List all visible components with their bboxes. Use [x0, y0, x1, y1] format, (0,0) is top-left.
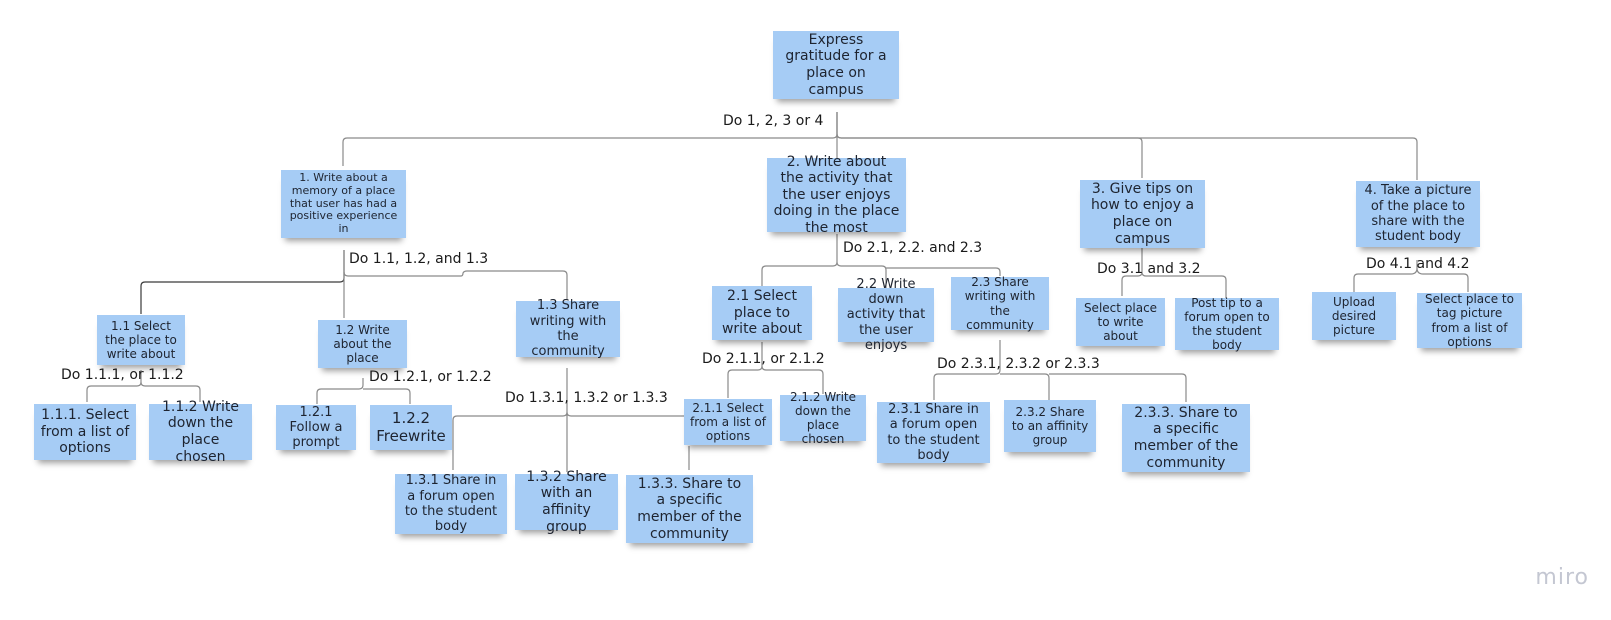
branch-label-1.2: Do 1.2.1, or 1.2.2	[369, 369, 492, 385]
goal-3-text: 3. Give tips on how to enjoy a place on …	[1090, 180, 1195, 247]
subgoal-2.3-text: 2.3 Share writing with the community	[964, 275, 1036, 332]
subgoal-4.1-text: Upload desired picture	[1331, 294, 1377, 338]
subgoal-2.1-note[interactable]: 2.1 Select place to write about	[712, 286, 812, 340]
subgoal-1.2-text: 1.2 Write about the place	[333, 322, 392, 366]
goal-1-text: 1. Write about a memory of a place that …	[289, 170, 398, 236]
goal-2-text: 2. Write about the activity that the use…	[773, 153, 900, 236]
subgoal-4.2-note[interactable]: Select place to tag picture from a list …	[1417, 292, 1522, 349]
task-1.2.1-text: 1.2.1 Follow a prompt	[289, 404, 343, 451]
task-1.3.3-note[interactable]: 1.3.3. Share to a specific member of the…	[626, 475, 753, 543]
branch-label-1.3: Do 1.3.1, 1.3.2 or 1.3.3	[505, 390, 668, 406]
task-1.2.1-note[interactable]: 1.2.1 Follow a prompt	[276, 405, 356, 450]
miro-board-canvas[interactable]: Express gratitude for a place on campus …	[0, 0, 1611, 620]
subgoal-1.2-note[interactable]: 1.2 Write about the place	[318, 320, 407, 368]
subgoal-2.3-note[interactable]: 2.3 Share writing with the community	[951, 275, 1049, 332]
task-1.3.1-text: 1.3.1 Share in a forum open to the stude…	[404, 473, 498, 535]
task-1.1.2-note[interactable]: 1.1.2 Write down the place chosen	[149, 399, 252, 465]
subgoal-4.1-note[interactable]: Upload desired picture	[1312, 292, 1396, 340]
goal-4-text: 4. Take a picture of the place to share …	[1364, 183, 1472, 245]
goal-3-note[interactable]: 3. Give tips on how to enjoy a place on …	[1080, 180, 1205, 248]
task-2.3.2-text: 2.3.2 Share to an affinity group	[1011, 404, 1089, 448]
connector-root-goal4	[836, 133, 1418, 180]
goal-2-note[interactable]: 2. Write about the activity that the use…	[767, 154, 906, 236]
branch-label-root: Do 1, 2, 3 or 4	[723, 113, 824, 129]
task-1.3.3-text: 1.3.3. Share to a specific member of the…	[637, 475, 742, 542]
subgoal-2.2-text: 2.2 Write down activity that the user en…	[846, 276, 926, 353]
branch-label-goal-3: Do 3.1 and 3.2	[1097, 261, 1201, 277]
branch-label-goal-1: Do 1.1, 1.2, and 1.3	[349, 251, 489, 267]
subgoal-1.3-text: 1.3 Share writing with the community	[529, 298, 607, 360]
subgoal-2.1-text: 2.1 Select place to write about	[721, 288, 803, 338]
branch-label-goal-4: Do 4.1 and 4.2	[1366, 256, 1470, 272]
connector-goal1-1.1	[140, 250, 345, 314]
branch-label-goal-2: Do 2.1, 2.2. and 2.3	[843, 240, 983, 256]
task-2.3.3-note[interactable]: 2.3.3. Share to a specific member of the…	[1122, 404, 1250, 472]
branch-label-1.1: Do 1.1.1, or 1.1.2	[61, 367, 184, 383]
subgoal-2.2-note[interactable]: 2.2 Write down activity that the user en…	[838, 277, 934, 353]
task-2.3.1-text: 2.3.1 Share in a forum open to the stude…	[887, 401, 980, 463]
task-2.3.2-note[interactable]: 2.3.2 Share to an affinity group	[1004, 400, 1096, 452]
task-1.2.2-note[interactable]: 1.2.2 Freewrite	[370, 405, 452, 450]
task-2.1.2-note[interactable]: 2.1.2 Write down the place chosen	[780, 390, 866, 446]
branch-label-2.3: Do 2.3.1, 2.3.2 or 2.3.3	[937, 356, 1100, 372]
task-2.1.2-text: 2.1.2 Write down the place chosen	[789, 389, 857, 447]
task-1.3.1-note[interactable]: 1.3.1 Share in a forum open to the stude…	[395, 473, 507, 535]
task-1.3.2-text: 1.3.2 Share with an affinity group	[526, 468, 607, 535]
subgoal-1.3-note[interactable]: 1.3 Share writing with the community	[516, 298, 620, 360]
subgoal-4.2-text: Select place to tag picture from a list …	[1425, 292, 1514, 349]
subgoal-3.1-note[interactable]: Select place to write about	[1076, 298, 1165, 346]
branch-label-2.1: Do 2.1.1, or 2.1.2	[702, 351, 825, 367]
root-goal-text: Express gratitude for a place on campus	[785, 31, 887, 98]
goal-1-note[interactable]: 1. Write about a memory of a place that …	[281, 170, 406, 238]
subgoal-1.1-text: 1.1 Select the place to write about	[105, 318, 177, 362]
root-goal-note[interactable]: Express gratitude for a place on campus	[773, 31, 899, 99]
task-1.2.2-text: 1.2.2 Freewrite	[376, 408, 446, 445]
task-2.1.1-text: 2.1.1 Select from a list of options	[690, 400, 766, 444]
task-1.1.1-text: 1.1.1. Select from a list of options	[40, 407, 130, 457]
subgoal-3.2-text: Post tip to a forum open to the student …	[1184, 295, 1270, 353]
goal-4-note[interactable]: 4. Take a picture of the place to share …	[1356, 181, 1480, 247]
task-1.1.2-text: 1.1.2 Write down the place chosen	[161, 398, 240, 465]
task-2.3.1-note[interactable]: 2.3.1 Share in a forum open to the stude…	[877, 402, 990, 463]
connector-goal1-1.3	[343, 270, 568, 300]
task-2.3.3-text: 2.3.3. Share to a specific member of the…	[1133, 404, 1239, 471]
subgoal-3.2-note[interactable]: Post tip to a forum open to the student …	[1175, 295, 1279, 353]
miro-watermark-logo: miro	[1535, 565, 1589, 590]
subgoal-1.1-note[interactable]: 1.1 Select the place to write about	[97, 315, 185, 365]
subgoal-3.1-text: Select place to write about	[1083, 300, 1158, 344]
task-2.1.1-note[interactable]: 2.1.1 Select from a list of options	[684, 399, 772, 445]
task-1.3.2-note[interactable]: 1.3.2 Share with an affinity group	[515, 469, 618, 535]
task-1.1.1-note[interactable]: 1.1.1. Select from a list of options	[34, 404, 136, 460]
